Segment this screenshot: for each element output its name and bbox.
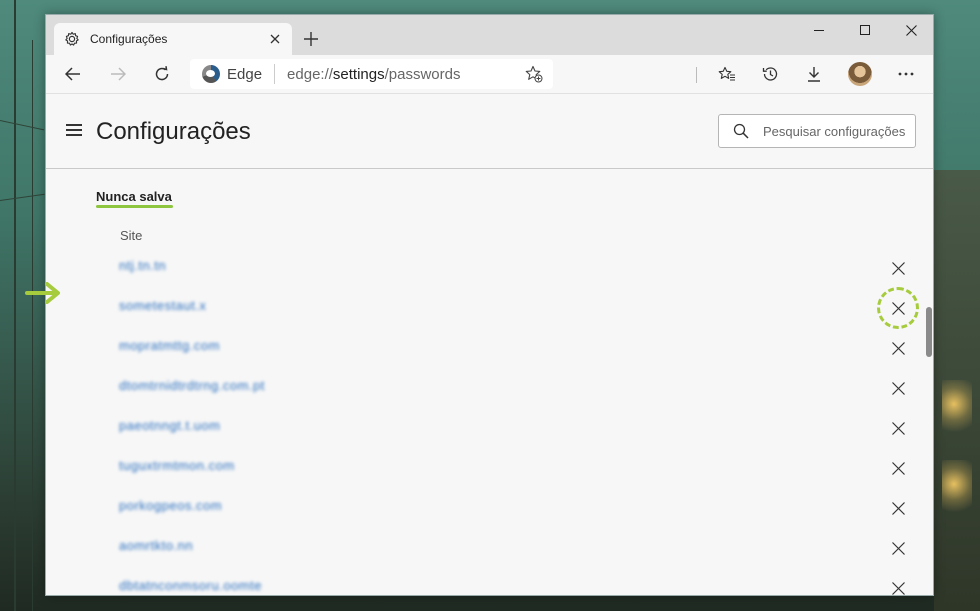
forward-button[interactable] (102, 59, 134, 89)
settings-search[interactable] (718, 114, 916, 148)
tab-title: Configurações (90, 32, 168, 46)
minimize-button[interactable] (796, 15, 842, 45)
list-item: tuguxtrmtmon.com (46, 448, 933, 488)
profile-button[interactable] (844, 59, 876, 89)
close-icon (891, 541, 905, 555)
site-name: mopratmttg.com (119, 338, 220, 353)
column-header-site: Site (120, 228, 143, 243)
gear-icon (64, 31, 80, 47)
history-icon (762, 67, 778, 81)
refresh-icon (155, 66, 169, 81)
site-name: aomrtkto.nn (119, 538, 194, 553)
wallpaper-lights (942, 460, 972, 520)
page-title: Configurações (96, 118, 251, 145)
maximize-button[interactable] (842, 15, 888, 45)
favorites-button[interactable] (711, 59, 743, 89)
maximize-icon (860, 25, 870, 35)
address-url[interactable]: edge://settings/passwords (287, 66, 521, 83)
section-underline (96, 205, 173, 208)
browser-window: Configurações Edge edge://settings/passw… (45, 14, 934, 596)
close-icon (891, 261, 905, 275)
star-add-icon (525, 65, 543, 83)
list-item: mopratmttg.com (46, 328, 933, 368)
close-icon (891, 461, 905, 475)
more-icon (898, 72, 914, 76)
refresh-button[interactable] (146, 59, 178, 89)
close-icon (891, 581, 905, 595)
remove-button[interactable] (884, 494, 912, 522)
close-icon (891, 421, 905, 435)
remove-button[interactable] (884, 374, 912, 402)
menu-icon[interactable] (66, 124, 82, 139)
tab-settings[interactable]: Configurações (54, 23, 292, 55)
site-name: dbtatnconmsoru.oomte (119, 578, 262, 593)
site-name: tuguxtrmtmon.com (119, 458, 235, 473)
url-scheme: edge:// (287, 65, 333, 83)
remove-button[interactable] (884, 334, 912, 362)
browser-toolbar: Edge edge://settings/passwords (46, 55, 933, 93)
wallpaper-lights (942, 380, 972, 440)
minimize-icon (814, 29, 824, 31)
passwords-content: Nunca salva Site ntj.tn.tn sometestaut.x… (46, 169, 933, 595)
remove-button[interactable] (884, 534, 912, 562)
remove-button[interactable] (884, 454, 912, 482)
arrow-left-icon (65, 67, 80, 81)
list-item: ntj.tn.tn (46, 248, 933, 288)
search-icon (733, 123, 749, 139)
wallpaper-rope (0, 193, 45, 201)
history-button[interactable] (754, 59, 786, 89)
close-icon (891, 501, 905, 515)
list-item: aomrtkto.nn (46, 528, 933, 568)
list-item: dbtatnconmsoru.oomte (46, 568, 933, 595)
highlight-ring (877, 287, 919, 329)
download-icon (808, 67, 820, 82)
site-name: sometestaut.x (119, 298, 207, 313)
edge-logo-icon (202, 65, 220, 83)
address-bar[interactable]: Edge edge://settings/passwords (190, 59, 553, 89)
favorites-icon (718, 66, 735, 81)
list-item: paeotnngt.t.uom (46, 408, 933, 448)
close-icon (891, 381, 905, 395)
url-host: settings (332, 65, 385, 83)
back-button[interactable] (57, 59, 89, 89)
add-favorite-button[interactable] (521, 61, 547, 87)
site-name: dtomtrnidtrdtrng.com.pt (119, 378, 265, 393)
remove-button[interactable] (884, 254, 912, 282)
close-icon (891, 341, 905, 355)
title-bar: Configurações (46, 15, 933, 55)
list-item: dtomtrnidtrdtrng.com.pt (46, 368, 933, 408)
site-name: porkogpeos.com (119, 498, 223, 513)
wallpaper-rope (0, 120, 45, 131)
site-name: paeotnngt.t.uom (119, 418, 221, 433)
settings-more-button[interactable] (890, 59, 922, 89)
url-path: /passwords (384, 65, 461, 83)
site-name: ntj.tn.tn (119, 258, 167, 273)
scrollbar-thumb[interactable] (926, 307, 932, 357)
avatar (848, 62, 872, 86)
close-window-button[interactable] (888, 15, 933, 45)
wallpaper-mast (14, 0, 16, 611)
address-brand: Edge (227, 65, 263, 83)
downloads-button[interactable] (798, 59, 830, 89)
remove-button[interactable] (884, 574, 912, 595)
tab-close-icon[interactable] (264, 28, 286, 50)
close-icon (905, 24, 917, 36)
remove-button[interactable] (884, 414, 912, 442)
new-tab-button[interactable] (298, 26, 324, 52)
arrow-right-icon (111, 67, 126, 81)
settings-header: Configurações (46, 93, 933, 169)
arrow-right-icon (25, 282, 60, 304)
address-separator (274, 64, 276, 84)
list-item: sometestaut.x (46, 288, 933, 328)
wallpaper-mast (32, 40, 33, 611)
search-input[interactable] (763, 123, 913, 139)
toolbar-divider (696, 67, 697, 83)
list-item: porkogpeos.com (46, 488, 933, 528)
